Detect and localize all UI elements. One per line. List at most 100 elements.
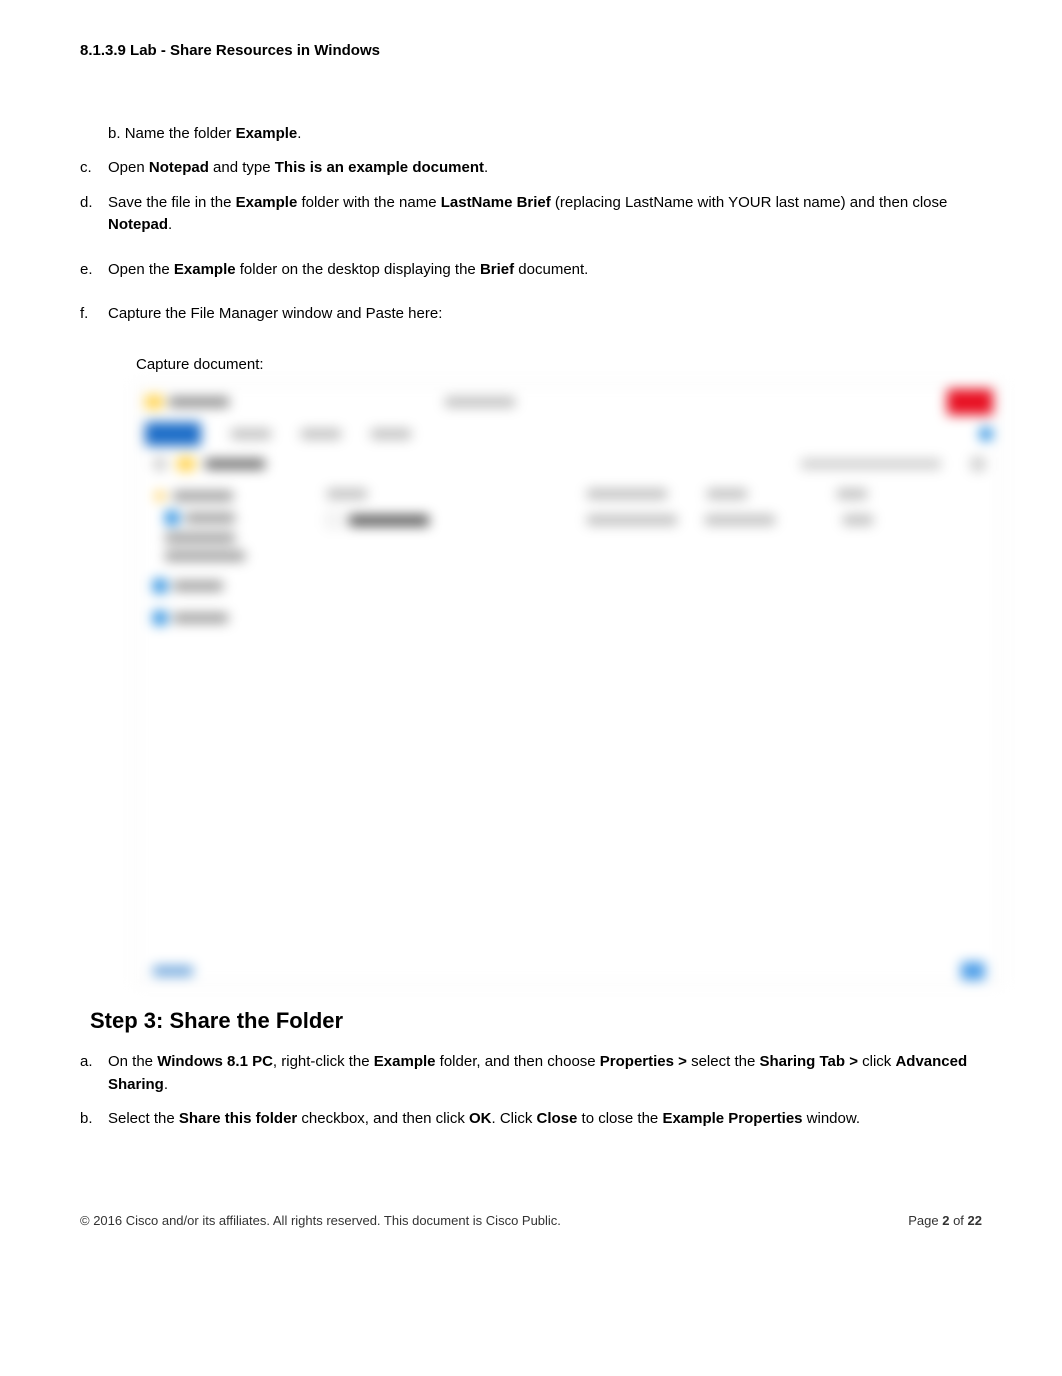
bold: Sharing Tab > bbox=[759, 1053, 858, 1070]
total-pages: 22 bbox=[968, 1213, 982, 1228]
bold: Brief bbox=[480, 261, 514, 278]
sidebar-item bbox=[153, 489, 291, 503]
desktop-icon bbox=[165, 511, 179, 525]
help-icon bbox=[979, 427, 993, 441]
status-text bbox=[153, 966, 193, 976]
text: folder on the desktop displaying the bbox=[236, 261, 480, 278]
screenshot-ribbon bbox=[137, 419, 1001, 449]
step-e-text: Open the Example folder on the desktop d… bbox=[108, 259, 982, 282]
star-icon bbox=[153, 489, 167, 503]
bold: OK bbox=[469, 1110, 492, 1127]
step-d: d. Save the file in the Example folder w… bbox=[80, 192, 982, 237]
screenshot-body bbox=[137, 479, 1001, 953]
column-headers bbox=[327, 489, 981, 499]
step-c: c. Open Notepad and type This is an exam… bbox=[80, 157, 982, 180]
step-f: f. Capture the File Manager window and P… bbox=[80, 303, 982, 326]
step-f-text: Capture the File Manager window and Past… bbox=[108, 303, 982, 326]
bold: Example bbox=[236, 125, 298, 142]
screenshot-center-title bbox=[445, 397, 515, 407]
file-manager-screenshot bbox=[136, 384, 1002, 984]
file-size bbox=[843, 515, 873, 525]
file-name bbox=[349, 515, 429, 526]
nav-back-icon bbox=[153, 457, 167, 471]
screenshot-statusbar bbox=[137, 959, 1001, 983]
step-c-marker: c. bbox=[80, 157, 108, 180]
step-3b-marker: b. bbox=[80, 1108, 108, 1131]
text: . bbox=[164, 1076, 168, 1093]
pc-icon bbox=[153, 579, 167, 593]
col-size bbox=[837, 489, 867, 499]
sidebar-item bbox=[153, 611, 291, 625]
text: to close the bbox=[577, 1110, 662, 1127]
text: Name the folder bbox=[125, 125, 236, 142]
bold: Example bbox=[174, 261, 236, 278]
file-tab bbox=[145, 422, 201, 446]
text: Save the file in the bbox=[108, 194, 236, 211]
step-3a-marker: a. bbox=[80, 1051, 108, 1096]
text: Page bbox=[908, 1213, 942, 1228]
sidebar-item bbox=[165, 551, 291, 561]
bold: Example Properties bbox=[662, 1110, 802, 1127]
sidebar-label bbox=[173, 581, 223, 591]
text: document. bbox=[514, 261, 588, 278]
text: checkbox, and then click bbox=[297, 1110, 469, 1127]
text: click bbox=[858, 1053, 896, 1070]
step-e-marker: e. bbox=[80, 259, 108, 282]
step-3b: b. Select the Share this folder checkbox… bbox=[80, 1108, 982, 1131]
text: . bbox=[484, 159, 488, 176]
search-placeholder bbox=[801, 459, 941, 469]
sidebar-item bbox=[165, 533, 291, 543]
bold: Notepad bbox=[149, 159, 209, 176]
bold: Example bbox=[236, 194, 298, 211]
step-b-marker: b. bbox=[108, 125, 121, 142]
capture-label: Capture document: bbox=[136, 354, 982, 377]
text: select the bbox=[687, 1053, 760, 1070]
view-button bbox=[961, 962, 985, 980]
address-text bbox=[205, 459, 265, 469]
sidebar-item bbox=[165, 511, 291, 525]
file-row bbox=[327, 513, 981, 527]
folder-icon bbox=[145, 395, 163, 409]
step-d-text: Save the file in the Example folder with… bbox=[108, 192, 982, 237]
ribbon-tab bbox=[301, 429, 341, 439]
step-3b-text: Select the Share this folder checkbox, a… bbox=[108, 1108, 982, 1131]
screenshot-sidebar bbox=[137, 479, 307, 953]
step-3-list: a. On the Windows 8.1 PC, right-click th… bbox=[80, 1051, 982, 1131]
text: . Click bbox=[492, 1110, 537, 1127]
page-footer: © 2016 Cisco and/or its affiliates. All … bbox=[80, 1211, 982, 1231]
text: . bbox=[297, 125, 301, 142]
sidebar-label bbox=[165, 551, 245, 561]
file-type bbox=[705, 515, 775, 525]
instruction-list: b. Name the folder Example. c. Open Note… bbox=[80, 123, 982, 985]
text: folder, and then choose bbox=[436, 1053, 600, 1070]
bold: Notepad bbox=[108, 216, 168, 233]
step-3a: a. On the Windows 8.1 PC, right-click th… bbox=[80, 1051, 982, 1096]
search-icon bbox=[971, 457, 985, 471]
bold: Properties > bbox=[600, 1053, 687, 1070]
text: Open bbox=[108, 159, 149, 176]
ribbon-tab bbox=[371, 429, 411, 439]
bold: Windows 8.1 PC bbox=[157, 1053, 273, 1070]
close-icon bbox=[947, 389, 993, 415]
text: and type bbox=[209, 159, 275, 176]
step-c-text: Open Notepad and type This is an example… bbox=[108, 157, 982, 180]
text: . bbox=[168, 216, 172, 233]
page-number: Page 2 of 22 bbox=[908, 1211, 982, 1231]
text: folder with the name bbox=[297, 194, 440, 211]
text: of bbox=[949, 1213, 967, 1228]
col-date bbox=[587, 489, 667, 499]
document-title: 8.1.3.9 Lab - Share Resources in Windows bbox=[80, 40, 982, 63]
step-b-text: b. Name the folder Example. bbox=[108, 123, 982, 146]
sidebar-item bbox=[153, 579, 291, 593]
folder-icon bbox=[177, 457, 195, 471]
col-name bbox=[327, 489, 367, 499]
step-f-marker: f. bbox=[80, 303, 108, 326]
bold: Close bbox=[537, 1110, 578, 1127]
bold: This is an example document bbox=[275, 159, 484, 176]
screenshot-titlebar bbox=[137, 385, 1001, 419]
bold: Example bbox=[374, 1053, 436, 1070]
step-e: e. Open the Example folder on the deskto… bbox=[80, 259, 982, 282]
sidebar-label bbox=[165, 533, 235, 543]
step-b: b. Name the folder Example. bbox=[108, 123, 982, 146]
file-date bbox=[587, 515, 677, 525]
